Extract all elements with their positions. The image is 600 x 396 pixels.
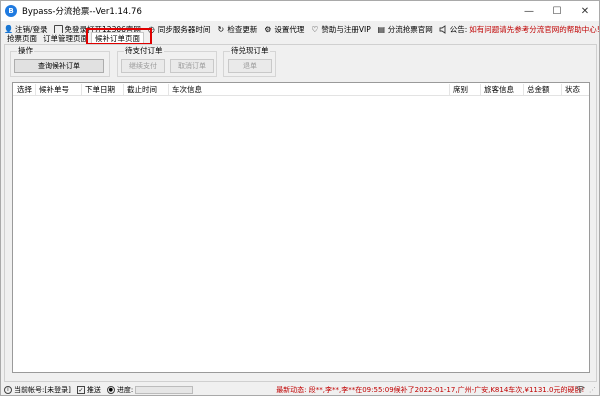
column-divider[interactable]: [168, 84, 169, 95]
waitlist-orders-panel: 操作 查询候补订单 待支付订单 继续支付 取消订单 待兑现订单 退单 选择 候补…: [4, 44, 597, 382]
cancel-order-button[interactable]: 取消订单: [170, 59, 214, 73]
column-divider[interactable]: [35, 84, 36, 95]
toolbar-website-label: 分流抢票官网: [387, 24, 433, 34]
window-controls: — ☐ ✕: [515, 1, 599, 21]
minimize-button[interactable]: —: [515, 1, 543, 21]
push-toggle[interactable]: ✓ 推送: [74, 385, 101, 395]
app-window: B Bypass-分流抢票--Ver1.14.76 — ☐ ✕ 👤 注销/登录 …: [0, 0, 600, 396]
column-header-train-info[interactable]: 车次信息: [170, 83, 202, 96]
waitlist-table[interactable]: 选择 候补单号 下单日期 截止时间 车次信息 席别 旅客信息 总金额 状态: [12, 82, 590, 373]
toolbar-check-update-label: 检查更新: [227, 24, 258, 34]
toolbar-sync-time-button[interactable]: ◷ 同步服务器时间: [144, 21, 214, 37]
ticket-icon: ▤: [377, 24, 386, 34]
operation-group: 操作 查询候补订单: [10, 46, 110, 77]
gear-icon: ⚙: [264, 24, 272, 34]
push-label: 推送: [86, 386, 101, 394]
resize-grip[interactable]: ⋰: [589, 386, 596, 394]
refund-button[interactable]: 退单: [228, 59, 272, 73]
column-divider[interactable]: [123, 84, 124, 95]
progress-status: ● 进度:: [104, 385, 194, 395]
toolbar-proxy-label: 设置代理: [274, 24, 305, 34]
bypass-logo-icon: B: [5, 5, 17, 17]
toolbar-vip-label: 赞助与注册VIP: [321, 24, 371, 34]
title-bar[interactable]: B Bypass-分流抢票--Ver1.14.76 — ☐ ✕: [1, 1, 599, 21]
pending-fulfill-group-title: 待兑现订单: [230, 46, 270, 56]
toolbar-website-button[interactable]: ▤ 分流抢票官网: [374, 21, 436, 37]
window-title: Bypass-分流抢票--Ver1.14.76: [22, 7, 142, 17]
speaker-icon: [439, 24, 448, 34]
latest-news-text: 最新动态: 段**,李**,李**在09:55:09候补了2022-01-17,…: [276, 386, 585, 394]
toolbar-sync-time-label: 同步服务器时间: [157, 24, 211, 34]
maximize-button[interactable]: ☐: [543, 1, 571, 21]
column-divider[interactable]: [81, 84, 82, 95]
heart-icon: ♡: [311, 24, 319, 34]
toolbar-proxy-button[interactable]: ⚙ 设置代理: [260, 21, 307, 37]
info-icon: i: [4, 386, 12, 394]
pending-pay-group: 待支付订单 继续支付 取消订单: [117, 46, 217, 77]
column-header-passenger-info[interactable]: 旅客信息: [482, 83, 514, 96]
refresh-icon: ↻: [217, 24, 225, 34]
progress-icon: ●: [106, 386, 115, 394]
tab-highlight-annotation: [86, 28, 152, 45]
toolbar-vip-button[interactable]: ♡ 赞助与注册VIP: [307, 21, 373, 37]
toolbar-check-update-button[interactable]: ↻ 检查更新: [213, 21, 260, 37]
table-header: 选择 候补单号 下单日期 截止时间 车次信息 席别 旅客信息 总金额 状态: [13, 83, 589, 96]
account-status-text: 当前帐号:[未登录]: [14, 386, 71, 394]
column-header-seat-class[interactable]: 席别: [451, 83, 468, 96]
continue-pay-button[interactable]: 继续支付: [121, 59, 165, 73]
status-bar: i 当前帐号:[未登录] ✓ 推送 ● 进度: 最新动态: 段**,李**,李*…: [1, 384, 599, 396]
notice-label: 公告:: [449, 24, 468, 34]
column-header-select[interactable]: 选择: [15, 83, 32, 96]
column-header-total-amount[interactable]: 总金额: [525, 83, 550, 96]
progress-label: 进度:: [116, 386, 134, 394]
wifi-icon: [576, 385, 585, 395]
close-button[interactable]: ✕: [571, 1, 599, 21]
pending-pay-group-title: 待支付订单: [124, 46, 164, 56]
push-checkbox[interactable]: ✓: [76, 386, 85, 394]
column-divider[interactable]: [523, 84, 524, 95]
column-divider[interactable]: [561, 84, 562, 95]
column-header-order-date[interactable]: 下单日期: [83, 83, 115, 96]
column-divider[interactable]: [480, 84, 481, 95]
operation-group-title: 操作: [17, 46, 34, 56]
column-header-status[interactable]: 状态: [563, 83, 580, 96]
column-header-order-no[interactable]: 候补单号: [37, 83, 69, 96]
notice-text[interactable]: 如有问题请先参考分流官网的帮助中心!: [469, 24, 600, 35]
notice: 公告: 如有问题请先参考分流官网的帮助中心!: [436, 21, 600, 37]
column-divider[interactable]: [449, 84, 450, 95]
query-waitlist-button[interactable]: 查询候补订单: [14, 59, 104, 73]
pending-fulfill-group: 待兑现订单 退单: [223, 46, 276, 77]
account-status: i 当前帐号:[未登录]: [1, 385, 71, 395]
column-header-deadline[interactable]: 截止时间: [125, 83, 157, 96]
progress-bar: [135, 386, 194, 394]
